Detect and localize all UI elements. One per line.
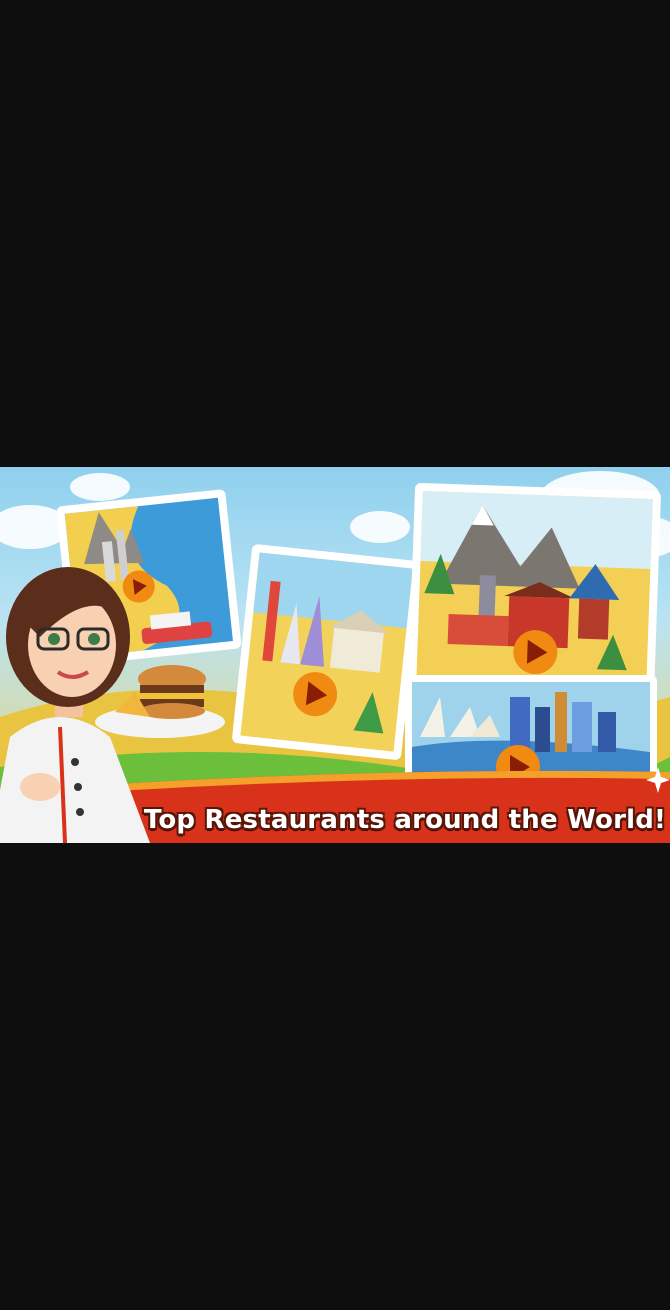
card-china[interactable] [408,482,661,692]
card-europe[interactable] [232,544,422,761]
tagline-text: Top Restaurants around the World! [143,805,667,835]
promo-banner [0,467,670,843]
banner-illustration [0,471,670,843]
